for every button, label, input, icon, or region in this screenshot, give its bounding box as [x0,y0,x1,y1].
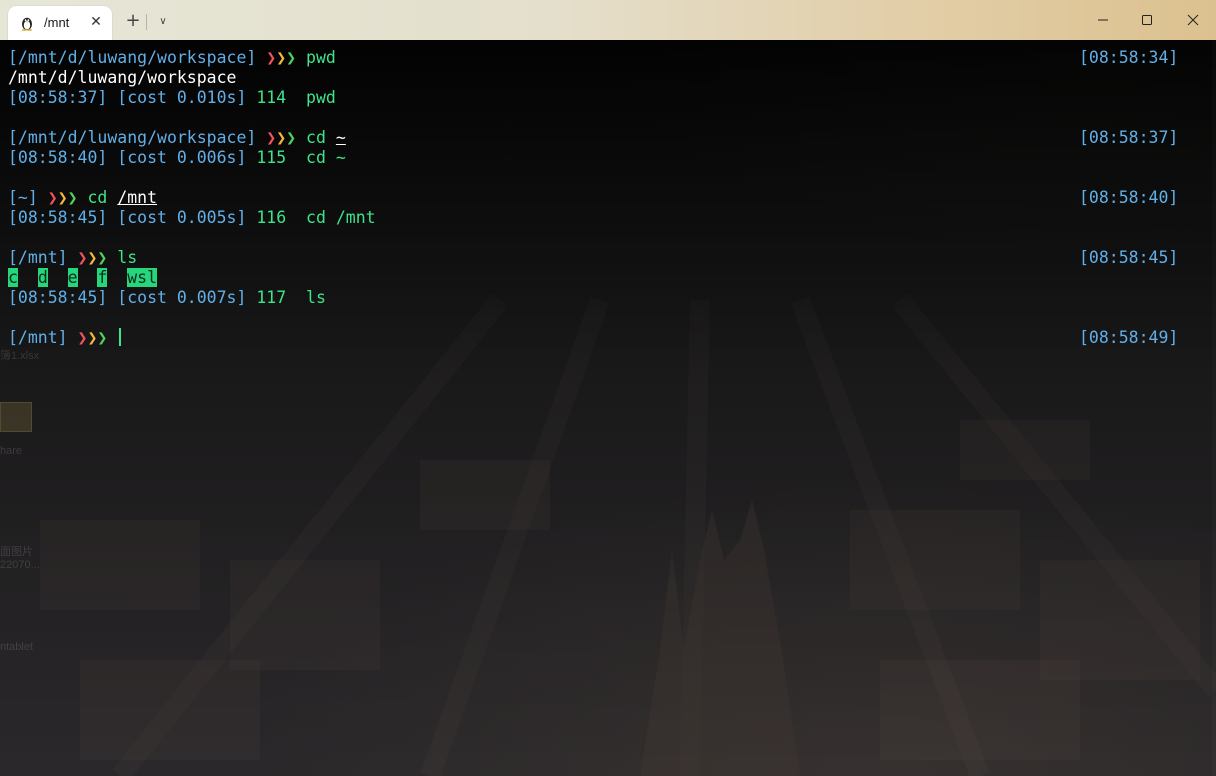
terminal-scrollbar[interactable] [1212,40,1216,776]
prompt-timestamp: [08:58:34] [1079,48,1179,67]
prompt-arrow-green: ❯ [286,128,297,147]
history-meta-line: [08:58:40] [cost 0.006s] 115 cd ~ [8,148,346,168]
prompt-path: [/mnt/d/luwang/workspace] [8,128,257,147]
new-tab-button[interactable]: + [122,10,144,32]
history-number: 115 [256,148,287,167]
command-argument: ~ [335,128,346,147]
close-icon [1187,14,1199,26]
prompt-arrow-green: ❯ [97,248,108,267]
cost-meta: [08:58:40] [cost 0.006s] [8,148,247,167]
prompt-timestamp: [08:58:45] [1079,248,1179,267]
prompt-arrow-yellow: ❯ [276,48,287,67]
prompt-arrow-green: ❯ [97,328,108,347]
prompt-arrow-red: ❯ [77,328,88,347]
prompt-path: [/mnt] [8,248,68,267]
ls-entry-d: d [37,268,48,287]
active-prompt-line[interactable]: [/mnt] ❯❯❯ [8,328,122,348]
linux-penguin-icon [21,17,33,31]
prompt-path: [/mnt] [8,328,68,347]
history-number: 116 [256,208,287,227]
maximize-button[interactable] [1124,4,1170,36]
prompt-arrow-yellow: ❯ [276,128,287,147]
close-window-button[interactable] [1170,4,1216,36]
prompt-arrow-red: ❯ [266,48,277,67]
history-number: 114 [256,88,287,107]
prompt-arrow-yellow: ❯ [57,188,68,207]
desktop-ghost-label-1: 簿1.xlsx [0,350,40,362]
prompt-arrow-green: ❯ [286,48,297,67]
maximize-icon [1142,15,1152,25]
prompt-arrow-yellow: ❯ [87,328,98,347]
cost-meta: [08:58:37] [cost 0.010s] [8,88,247,107]
terminal-pane[interactable]: 簿1.xlsx hare 面图片 22070... ntablet [/mnt/… [0,40,1216,776]
history-meta-line: [08:58:37] [cost 0.010s] 114 pwd [8,88,336,108]
prompt-path: [~] [8,188,38,207]
tab-mnt[interactable]: /mnt ✕ [8,6,112,40]
prompt-arrow-red: ❯ [266,128,277,147]
prompt-path: [/mnt/d/luwang/workspace] [8,48,257,67]
history-command: pwd [306,88,336,107]
prompt-line: [~] ❯❯❯ cd /mnt [8,188,157,208]
prompt-line: [/mnt/d/luwang/workspace] ❯❯❯ pwd [8,48,336,68]
command-output: /mnt/d/luwang/workspace [8,68,237,87]
cost-meta: [08:58:45] [cost 0.005s] [8,208,247,227]
command-text: cd [87,188,108,207]
prompt-arrow-green: ❯ [67,188,78,207]
prompt-timestamp: [08:58:37] [1079,128,1179,147]
title-bar: /mnt ✕ + ∨ [0,0,1216,40]
tab-close-icon[interactable]: ✕ [86,12,106,32]
minimize-icon [1098,19,1108,21]
desktop-ghost-folder [0,402,32,432]
history-number: 117 [256,288,287,307]
prompt-timestamp: [08:58:49] [1079,328,1179,347]
tab-title: /mnt [44,15,70,30]
prompt-line: [/mnt/d/luwang/workspace] ❯❯❯ cd ~ [8,128,346,148]
ls-entry-f: f [97,268,108,287]
prompt-arrow-yellow: ❯ [87,248,98,267]
history-meta-line: [08:58:45] [cost 0.007s] 117 ls [8,288,326,308]
ls-entry-wsl: wsl [127,268,158,287]
minimize-button[interactable] [1080,4,1126,36]
prompt-arrow-red: ❯ [77,248,88,267]
tab-divider [146,14,147,30]
command-text: pwd [306,48,336,67]
ls-entry-c: c [8,268,18,287]
prompt-timestamp: [08:58:40] [1079,188,1179,207]
desktop-ghost-label-3: 面图片 [0,546,33,558]
text-cursor [119,328,122,346]
prompt-line: [/mnt] ❯❯❯ ls [8,248,137,268]
desktop-ghost-label-4: 22070... [0,559,40,571]
ls-output-line: c d e f wsl [8,268,158,288]
cost-meta: [08:58:45] [cost 0.007s] [8,288,247,307]
command-text: ls [117,248,138,267]
history-command: cd ~ [306,148,346,167]
desktop-ghost-label-2: hare [0,445,23,457]
ls-entry-e: e [67,268,78,287]
command-argument: /mnt [117,188,158,207]
history-command: cd /mnt [306,208,376,227]
prompt-arrow-red: ❯ [47,188,58,207]
desktop-ghost-label-5: ntablet [0,641,34,653]
command-text: cd [306,128,326,147]
history-meta-line: [08:58:45] [cost 0.005s] 116 cd /mnt [8,208,376,228]
tab-dropdown-chevron-icon[interactable]: ∨ [154,12,172,32]
history-command: ls [306,288,326,307]
